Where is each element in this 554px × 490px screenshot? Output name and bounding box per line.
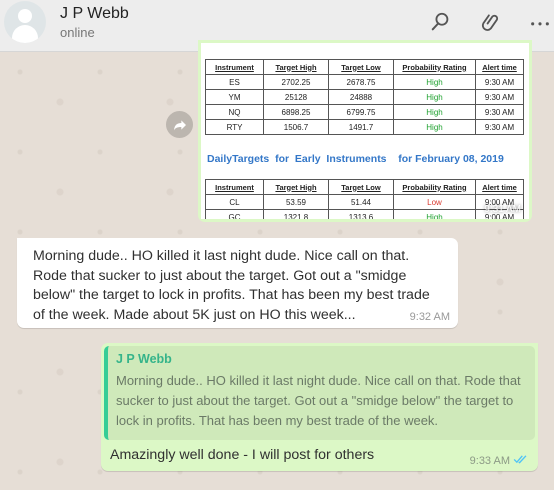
search-icon[interactable] [428,9,454,35]
table-cell: High [393,89,476,105]
table-row: NQ 6898.25 6799.75 High 9:30 AM [205,104,524,120]
column-header: Alert time [475,59,524,75]
table-cell: 51.44 [328,194,394,210]
table-cell: 1313.6 [328,209,394,219]
message-meta: 9:33 AM [470,454,528,467]
column-header: Instrument [205,179,264,195]
message-time: 9:31 AM [484,204,521,215]
avatar[interactable] [4,1,46,43]
table-cell: Low [393,194,476,210]
table-cell: High [393,74,476,90]
table-cell: High [393,209,476,219]
attach-icon[interactable] [478,9,504,35]
table-row: GC 1321.8 1313.6 High 9:00 AM [205,209,524,219]
table-cell: 1506.7 [263,119,329,135]
table-cell: GC [205,209,264,219]
contact-status: online [60,25,95,40]
menu-icon[interactable] [527,9,553,35]
targets-image: Instrument Target High Target Low Probabili… [201,43,529,219]
incoming-message[interactable]: Morning dude.. HO killed it last night d… [17,238,458,328]
outgoing-message[interactable]: J P Webb Morning dude.. HO killed it las… [101,343,538,471]
quote-author: J P Webb [116,352,172,366]
avatar-head [18,9,32,23]
table-row: CL 53.59 51.44 Low 9:00 AM [205,194,524,210]
column-header: Alert time [475,179,524,195]
table-cell: 9:30 AM [475,104,524,120]
column-header: Target Low [328,59,394,75]
table-row: YM 25128 24888 High 9:30 AM [205,89,524,105]
column-header: Target Low [328,179,394,195]
table-cell: CL [205,194,264,210]
table-cell: 25128 [263,89,329,105]
column-header: Target High [263,59,329,75]
forward-icon[interactable] [166,111,193,138]
table-cell: 9:30 AM [475,119,524,135]
table-cell: 24888 [328,89,394,105]
table-cell: RTY [205,119,264,135]
message-time: 9:32 AM [409,311,450,323]
message-text: Morning dude.. HO killed it last night d… [33,248,430,323]
avatar-body [12,25,38,43]
table-cell: 6799.75 [328,104,394,120]
image-message[interactable]: Instrument Target High Target Low Probabili… [198,40,532,222]
table-cell: YM [205,89,264,105]
table-row: RTY 1506.7 1491.7 High 9:30 AM [205,119,524,135]
table-cell: ES [205,74,264,90]
table-cell: 9:30 AM [475,74,524,90]
column-header: Instrument [205,59,264,75]
read-receipt-icon [513,454,528,467]
table-cell: High [393,104,476,120]
targets-table-2: Instrument Target High Target Low Probabili… [205,179,524,219]
contact-name[interactable]: J P Webb [60,5,129,23]
table-cell: 2702.25 [263,74,329,90]
column-header: Target High [263,179,329,195]
column-header: Probability Rating [393,179,476,195]
table-cell: 1491.7 [328,119,394,135]
column-header: Probability Rating [393,59,476,75]
quoted-message[interactable]: J P Webb Morning dude.. HO killed it las… [104,346,535,440]
table-cell: 53.59 [263,194,329,210]
table-cell: 1321.8 [263,209,329,219]
table-cell: 9:30 AM [475,89,524,105]
targets-table-1: Instrument Target High Target Low Probabili… [205,59,524,135]
table-row: ES 2702.25 2678.75 High 9:30 AM [205,74,524,90]
table-cell: NQ [205,104,264,120]
message-time: 9:33 AM [469,454,510,467]
image-banner: DailyTargets for Early Instruments for F… [207,153,504,165]
table-cell: High [393,119,476,135]
message-text: Amazingly well done - I will post for ot… [110,447,375,463]
quote-text: Morning dude.. HO killed it last night d… [116,373,521,428]
table-cell: 2678.75 [328,74,394,90]
table-cell: 6898.25 [263,104,329,120]
